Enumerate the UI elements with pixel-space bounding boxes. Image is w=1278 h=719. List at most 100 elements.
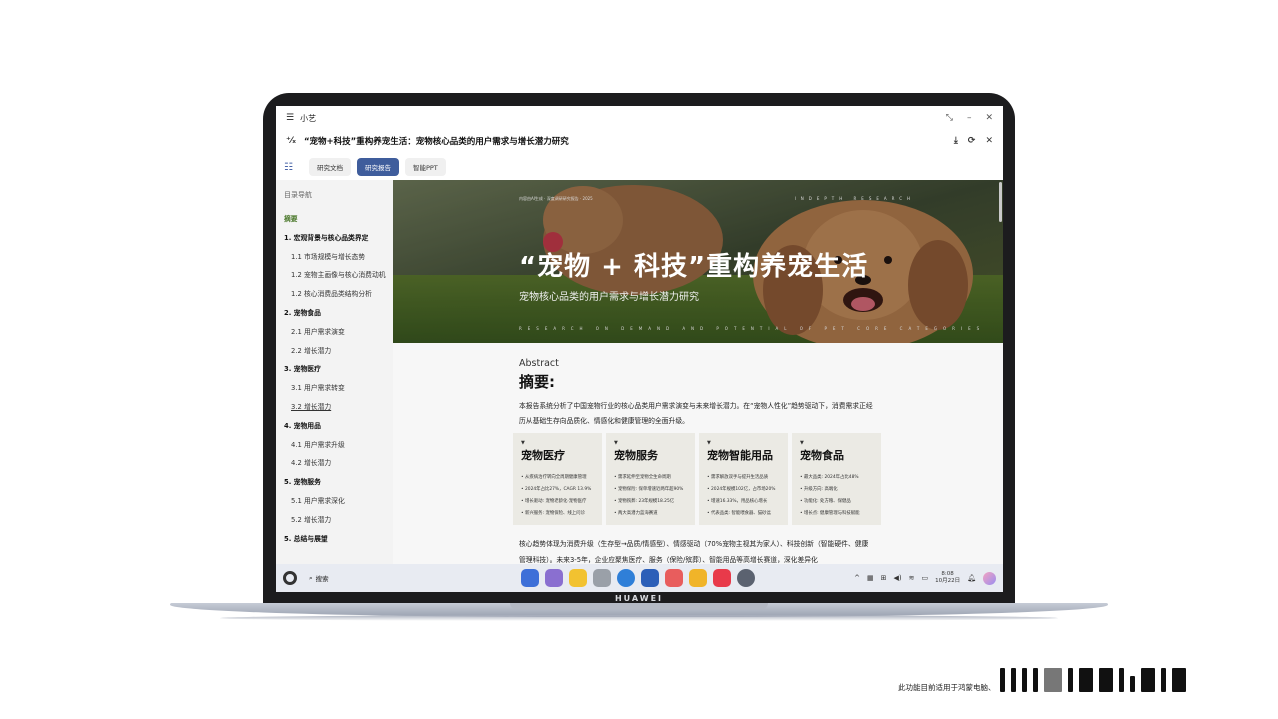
search-label: 搜索 [315,575,329,583]
keyboard-icon[interactable]: ▦ [867,574,874,582]
notification-bell-icon[interactable]: 🔔︎ [967,574,976,582]
hero-meta: 内容由AI生成 · 深度调研研究报告 · 2025 [519,196,593,201]
document-header: ⁺⁄ₓ “宠物+科技”重构养宠生活：宠物核心品类的用户需求与增长潜力研究 ⤓ ⟳… [276,130,1003,152]
decorative-bar [1044,668,1062,692]
toc-item[interactable]: 1.1 市场规模与增长态势 [284,248,388,267]
gallery-icon[interactable] [545,569,563,587]
toc-item-label: 3.2 增长潜力 [291,402,332,411]
close-window-icon[interactable]: ✕ [985,113,993,123]
tab-research-doc[interactable]: 研究文档 [308,158,351,176]
card-title: 宠物智能用品 [707,449,773,462]
category-card: ▼ 宠物智能用品 需求解放双手与提升生活品质 2024年规模102亿，占市场20… [699,433,788,525]
xiaoyi-logo-icon: ⁺⁄ₓ [286,136,296,146]
minimize-window-icon[interactable]: – [967,113,972,123]
toc-item[interactable]: 1.2 宠物主画像与核心消费动机 [284,266,388,285]
card-bullet-icon: ▼ [614,440,618,446]
app-grid-icon[interactable] [521,569,539,587]
toc-item-current[interactable]: 3.2 增长潜力 [284,398,388,417]
card-point: 代表品类: 智能喂食器、猫砂盆 [707,508,781,520]
decorative-bar [1130,676,1135,692]
content-scrollbar[interactable] [999,182,1002,222]
toc-item[interactable]: 摘要 [284,210,388,229]
view-tabs: ☷ 研究文档 研究报告 智能PPT [276,154,1003,180]
app-dock [521,569,755,587]
taskbar: ⌕ 搜索 ^ ▦ ⊞ ◀) ≋ ▭ 8:08 10月22日 🔔︎ [276,564,1003,592]
notes-icon[interactable] [689,569,707,587]
decorative-bar [1022,668,1027,692]
xiaoyi-assistant-icon[interactable] [983,571,996,585]
table-of-contents-icon[interactable]: ☷ [284,162,293,173]
search-icon: ⌕ [309,573,313,582]
clock-date: 10月22日 [935,578,961,584]
window-titlebar: ☰ 小艺 ⤡ – ✕ [276,106,1003,130]
card-point: 两大高潜力蓝海赛道 [614,508,688,520]
browser-icon[interactable] [617,569,635,587]
card-point: 增长点: 健康管理与科技赋能 [800,508,874,520]
toc-item[interactable]: 1. 宏观背景与核心品类界定 [284,229,388,248]
toc-item[interactable]: 4. 宠物用品 [284,417,388,436]
system-tray: ^ ▦ ⊞ ◀) ≋ ▭ 8:08 10月22日 🔔︎ [854,571,996,585]
category-card: ▼ 宠物服务 需求延伸至宠物全生命周期 宠物保险: 保单增速近两年超90% 宠物… [606,433,695,525]
hero-english-caption: RESEARCH ON DEMAND AND POTENTIAL OF PET … [519,326,986,331]
app-name: 小艺 [300,113,317,123]
volume-icon[interactable]: ◀) [893,574,901,582]
start-button[interactable] [283,571,297,585]
appgallery-icon[interactable] [713,569,731,587]
toc-item[interactable]: 3. 宠物医疗 [284,360,388,379]
hamburger-menu-icon[interactable]: ☰ [286,113,294,123]
screenshot-icon[interactable]: ⊞ [881,574,887,582]
share-icon[interactable]: ⟳ [968,136,976,146]
restore-window-icon[interactable]: ⤡ [946,113,953,123]
card-bullet-icon: ▼ [800,440,804,446]
document-title: “宠物+科技”重构养宠生活：宠物核心品类的用户需求与增长潜力研究 [303,137,569,147]
decorative-bar [1033,668,1038,692]
photos-icon[interactable] [665,569,683,587]
toc-item[interactable]: 1.2 核心消费品类结构分析 [284,285,388,304]
wifi-icon[interactable]: ≋ [909,574,915,582]
toc-item[interactable]: 5.1 用户需求深化 [284,492,388,511]
toc-item[interactable]: 2.2 增长潜力 [284,342,388,361]
decorative-bar [1119,668,1124,692]
tab-research-report[interactable]: 研究报告 [356,158,399,176]
settings-icon[interactable] [737,569,755,587]
toc-sidebar: 目录导航 摘要 1. 宏观背景与核心品类界定 1.1 市场规模与增长态势 1.2… [276,180,393,564]
toc-item[interactable]: 5. 宠物服务 [284,473,388,492]
toc-item[interactable]: 5.2 增长潜力 [284,511,388,530]
trash-icon[interactable] [593,569,611,587]
battery-icon[interactable]: ▭ [921,574,928,582]
toc-item[interactable]: 4.1 用户需求升级 [284,436,388,455]
card-point: 需求解放双手与提升生活品质 [707,472,781,484]
toc-title: 目录导航 [284,191,312,199]
toc-item[interactable]: 3.1 用户需求转变 [284,379,388,398]
category-cards: ▼ 宠物医疗 从疾病治疗转向全周期健康管理 2024年占比27%，CAGR 13… [513,433,883,525]
tab-smart-ppt[interactable]: 智能PPT [404,158,446,176]
category-card: ▼ 宠物食品 最大品类: 2024年占比48% 升级方向: 高端化 功能化: 处… [792,433,881,525]
photo-stage: HUAWEI ☰ 小艺 ⤡ – ✕ ⁺⁄ₓ “宠物+科技”重构养宠生活：宠物核心… [0,0,1278,719]
card-point: 升级方向: 高端化 [800,484,874,496]
files-icon[interactable] [569,569,587,587]
toc-item[interactable]: 5. 总结与展望 [284,530,388,549]
card-point: 从疾病治疗转向全周期健康管理 [521,472,595,484]
clock-time: 8:08 [941,571,954,577]
toc-item[interactable]: 2.1 用户需求演变 [284,323,388,342]
taskbar-search[interactable]: ⌕ 搜索 [309,573,329,584]
decorative-bar [1099,668,1113,692]
toc-item[interactable]: 4.2 增长潜力 [284,454,388,473]
mail-icon[interactable] [641,569,659,587]
download-icon[interactable]: ⤓ [954,136,958,146]
card-point: 新兴服务: 宠物保险、线上问诊 [521,508,595,520]
card-title: 宠物医疗 [521,449,565,462]
report-hero-banner: 内容由AI生成 · 深度调研研究报告 · 2025 INDEPTH RESEAR… [393,180,1003,343]
toc-item[interactable]: 2. 宠物食品 [284,304,388,323]
card-bullet-icon: ▼ [521,440,525,446]
hero-subtitle: 宠物核心品类的用户需求与增长潜力研究 [519,292,699,303]
abstract-heading-en: Abstract [519,358,559,369]
report-content[interactable]: 内容由AI生成 · 深度调研研究报告 · 2025 INDEPTH RESEAR… [393,180,1003,564]
close-document-icon[interactable]: ✕ [985,136,993,146]
chevron-up-icon[interactable]: ^ [854,574,860,582]
card-title: 宠物服务 [614,449,658,462]
laptop-brand: HUAWEI [614,594,664,603]
laptop-screen: ☰ 小艺 ⤡ – ✕ ⁺⁄ₓ “宠物+科技”重构养宠生活：宠物核心品类的用户需求… [276,106,1003,592]
decorative-bar [1079,668,1093,692]
clock[interactable]: 8:08 10月22日 [935,571,960,585]
